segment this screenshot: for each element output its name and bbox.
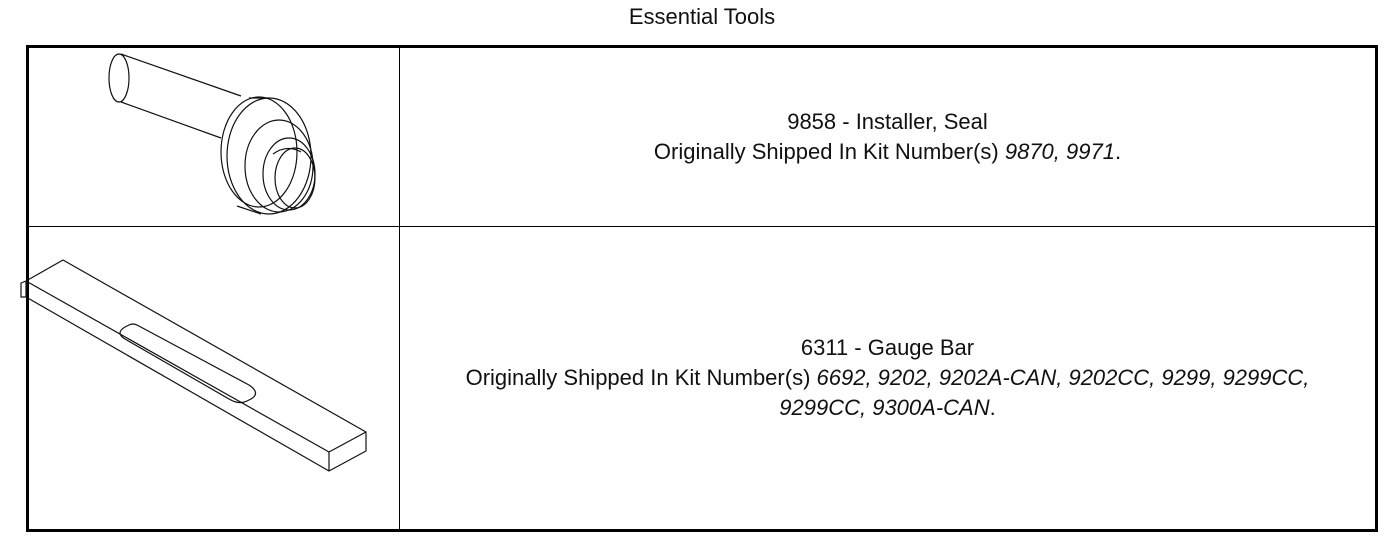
tool-description: 6311 - Gauge Bar Originally Shipped In K…	[400, 227, 1375, 529]
kit-numbers-line-2: 9299CC, 9300A-CAN.	[779, 393, 995, 423]
table-row: 6311 - Gauge Bar Originally Shipped In K…	[20, 227, 1375, 529]
kit-suffix: .	[989, 395, 996, 420]
table-row: 9858 - Installer, Seal Originally Shippe…	[29, 48, 1375, 227]
kit-list-continued: 9299CC, 9300A-CAN	[779, 395, 990, 420]
kit-list: 9870, 9971	[1004, 139, 1115, 164]
tool-image-cell	[29, 48, 400, 226]
kit-prefix: Originally Shipped In Kit Number(s)	[653, 139, 1005, 164]
kit-numbers-line: Originally Shipped In Kit Number(s) 6692…	[466, 363, 1310, 393]
tools-table: 9858 - Installer, Seal Originally Shippe…	[20, 45, 1378, 532]
tool-id-name: 6311 - Gauge Bar	[800, 335, 975, 360]
page-title: Essential Tools	[628, 4, 776, 29]
kit-list: 6692, 9202, 9202A-CAN, 9202CC, 9299, 929…	[816, 365, 1310, 390]
kit-numbers-line: Originally Shipped In Kit Number(s) 9870…	[654, 137, 1121, 167]
tool-image-cell	[20, 227, 400, 529]
tool-description: 9858 - Installer, Seal Originally Shippe…	[400, 48, 1375, 226]
kit-suffix: .	[1114, 139, 1122, 164]
kit-prefix: Originally Shipped In Kit Number(s)	[465, 365, 817, 390]
tool-id-name: 9858 - Installer, Seal	[787, 109, 988, 134]
seal-installer-icon	[108, 53, 316, 215]
gauge-bar-icon	[20, 259, 367, 472]
